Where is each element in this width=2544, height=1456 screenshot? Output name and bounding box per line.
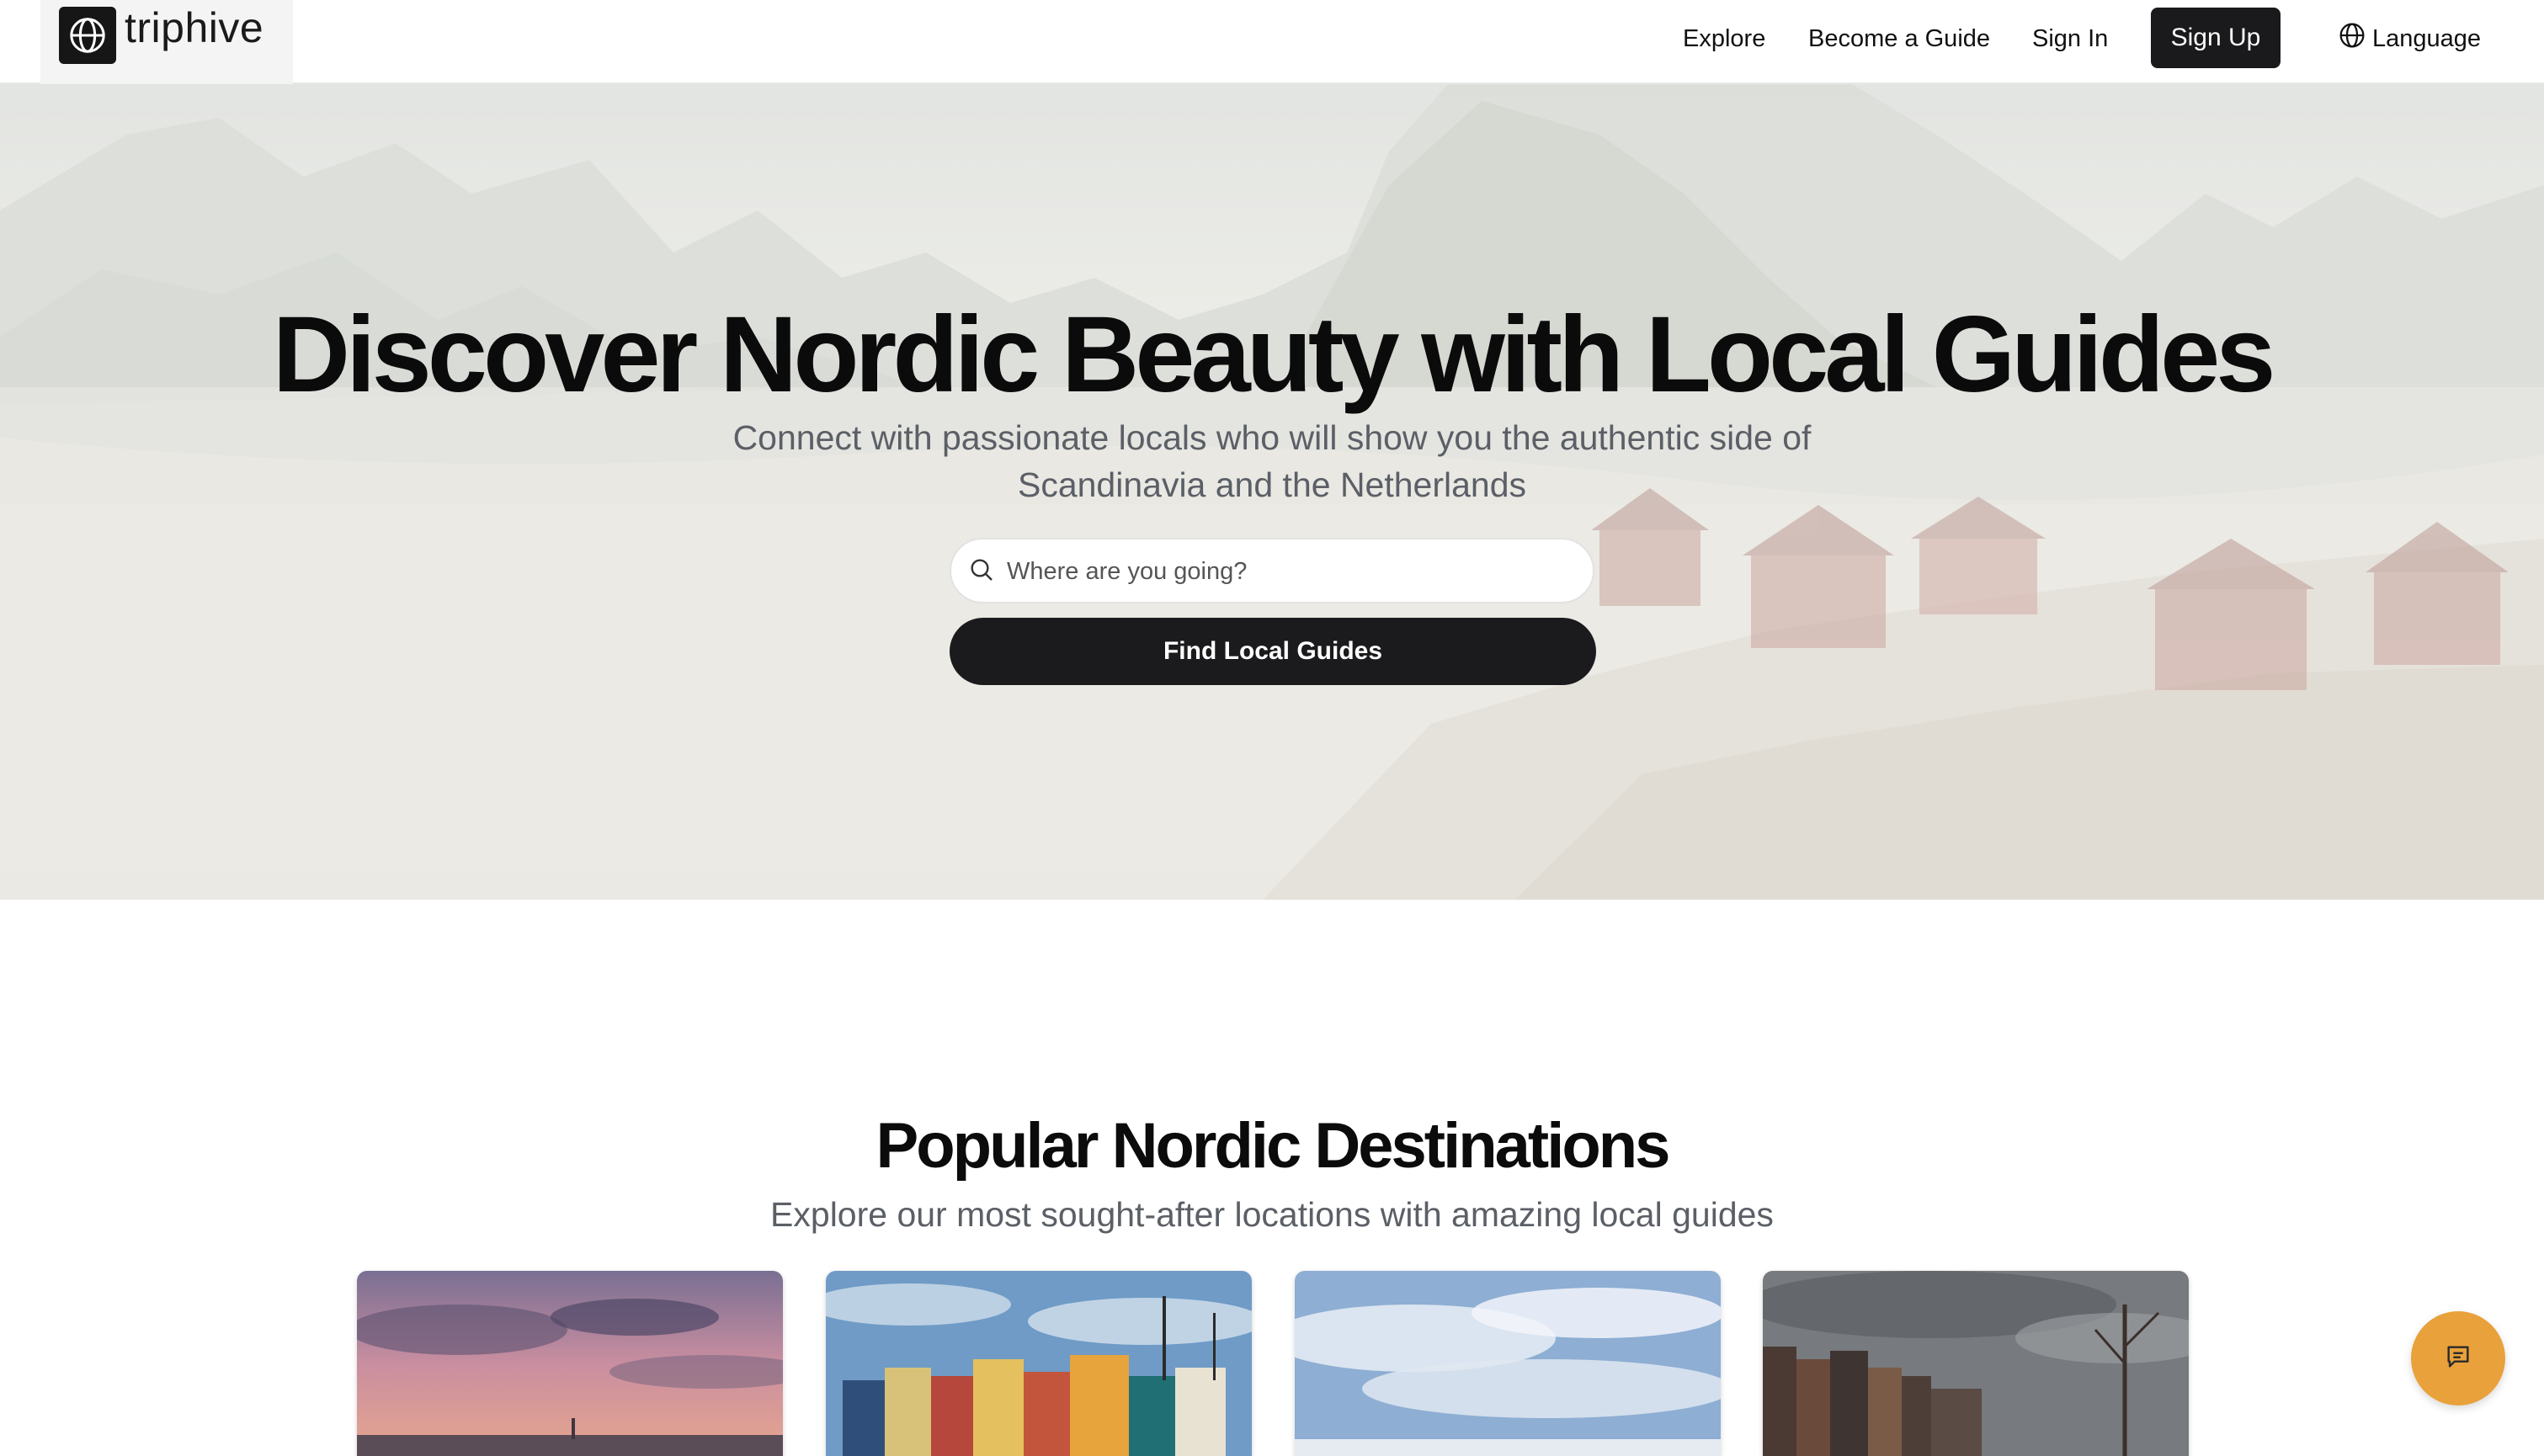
search-icon: [968, 556, 995, 587]
sign-up-button[interactable]: Sign Up: [2151, 8, 2281, 68]
hero-title: Discover Nordic Beauty with Local Guides: [272, 295, 2276, 415]
find-local-guides-button[interactable]: Find Local Guides: [950, 618, 1596, 685]
nav-become-guide-label[interactable]: Become a Guide: [1808, 25, 1990, 53]
hero-section: Discover Nordic Beauty with Local Guides…: [0, 84, 2544, 900]
language-label: Language: [2372, 24, 2482, 52]
site-header: triphive Explore Become a Guide Sign In …: [0, 0, 2544, 84]
brand-logo[interactable]: triphive: [40, 0, 293, 84]
destination-card[interactable]: [1763, 1271, 2189, 1456]
canal-houses-image: [1763, 1271, 2189, 1456]
nav-sign-in[interactable]: Sign In: [2032, 0, 2108, 77]
brand-name: triphive: [125, 4, 264, 51]
destinations-title: Popular Nordic Destinations: [875, 1110, 1671, 1182]
cloudy-sky-image: [1295, 1271, 1721, 1456]
search-input[interactable]: [1005, 539, 1581, 603]
globe-icon: [2339, 22, 2366, 56]
nav-become-guide[interactable]: Become a Guide: [1808, 0, 1990, 77]
colorful-harbor-houses-image: [826, 1271, 1252, 1456]
hero-subtitle: Connect with passionate locals who will …: [732, 418, 1812, 504]
destination-card[interactable]: [826, 1271, 1252, 1456]
destinations-subtitle: Explore our most sought-after locations …: [770, 1195, 1774, 1234]
sunset-harbor-image: [357, 1271, 783, 1456]
nav-explore[interactable]: Explore: [1683, 0, 1765, 77]
globe-icon: [59, 7, 116, 64]
destination-card[interactable]: [1295, 1271, 1721, 1456]
chat-icon: [2444, 1342, 2472, 1375]
destination-card[interactable]: [357, 1271, 783, 1456]
chat-button[interactable]: [2411, 1311, 2505, 1406]
language-selector[interactable]: Language: [2339, 0, 2481, 77]
destination-search[interactable]: [950, 538, 1594, 603]
nav-explore-label[interactable]: Explore: [1683, 25, 1765, 53]
nav-sign-in-label[interactable]: Sign In: [2032, 25, 2108, 53]
